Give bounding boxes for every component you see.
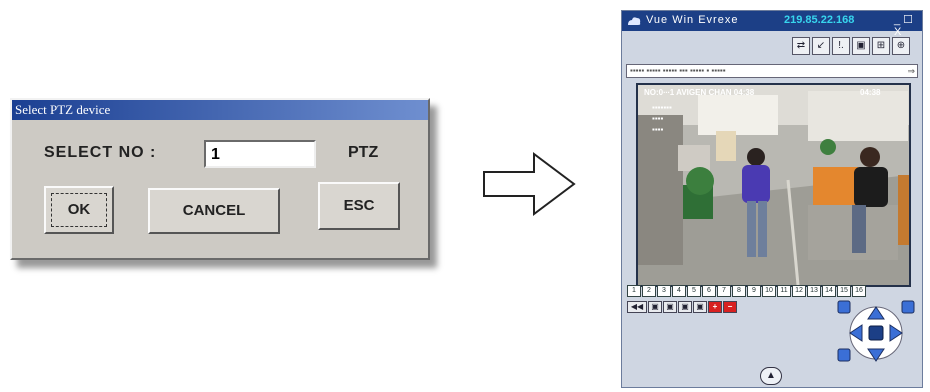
download-icon[interactable]: ↙ <box>812 37 830 55</box>
channel-button[interactable]: 1 <box>627 285 641 297</box>
channel-button[interactable]: 4 <box>672 285 686 297</box>
focus-rectangle <box>51 193 107 227</box>
record-icon[interactable]: ⊞ <box>872 37 890 55</box>
channel-button[interactable]: 5 <box>687 285 701 297</box>
viewer-toolbar: ⇄ ↙ !. ▣ ⊞ ⊕ <box>792 37 910 55</box>
osd-line: ▪▪▪▪▪▪▪ <box>652 103 672 112</box>
channel-button[interactable]: 13 <box>807 285 821 297</box>
ptz-direction-pad <box>837 300 915 362</box>
switch-icon[interactable]: ⇄ <box>792 37 810 55</box>
layout-9-icon[interactable]: ▣ <box>678 301 692 313</box>
ptz-label: PTZ <box>348 144 379 161</box>
channel-button[interactable]: 9 <box>747 285 761 297</box>
rewind-icon[interactable]: ◀◀ <box>627 301 647 313</box>
cancel-button-label: CANCEL <box>182 202 246 219</box>
zoom-in-icon[interactable]: + <box>708 301 722 313</box>
channel-button[interactable]: 6 <box>702 285 716 297</box>
select-ptz-dialog: Select PTZ device SELECT NO : 1 PTZ OK C… <box>10 98 430 260</box>
channel-selector: 1 2 3 4 5 6 7 8 9 10 11 12 13 14 15 16 <box>627 285 867 297</box>
cloud-logo-icon <box>628 17 641 25</box>
layout-4-icon[interactable]: ▣ <box>663 301 677 313</box>
channel-button[interactable]: 7 <box>717 285 731 297</box>
view-controls: ◀◀ ▣ ▣ ▣ ▣ + − <box>627 301 737 313</box>
ip-address: 219.85.22.168 <box>784 14 855 26</box>
info-icon[interactable]: !. <box>832 37 850 55</box>
right-arrow-icon <box>483 152 576 216</box>
zoom-out-icon[interactable]: − <box>723 301 737 313</box>
go-icon[interactable]: ⇒ <box>907 65 915 77</box>
mobile-viewer-window: Vue Win Evrexe 219.85.22.168 _ ☐ X ⇄ ↙ !… <box>621 10 923 388</box>
channel-button[interactable]: 12 <box>792 285 806 297</box>
channel-button[interactable]: 15 <box>837 285 851 297</box>
osd-line: ▪▪▪▪ <box>652 114 664 123</box>
zoom-corner-icon[interactable] <box>837 300 851 314</box>
osd-channel-text: NO:0∙∙∙1 AVIGEN CHAN 04:38 <box>644 88 755 97</box>
channel-button[interactable]: 2 <box>642 285 656 297</box>
osd-time-text: 04:38 <box>860 88 881 97</box>
ptz-center-button[interactable] <box>868 325 884 341</box>
select-no-input[interactable]: 1 <box>204 140 316 168</box>
window-controls[interactable]: _ ☐ X <box>894 13 922 38</box>
address-bar[interactable]: ▪▪▪▪▪ ▪▪▪▪▪ ▪▪▪▪▪ ▪▪▪ ▪▪▪▪▪ ▪ ▪▪▪▪▪ ⇒ <box>626 64 918 78</box>
channel-button[interactable]: 16 <box>852 285 866 297</box>
esc-button[interactable]: ESC <box>318 182 400 230</box>
video-frame-image <box>638 85 909 285</box>
esc-button-label: ESC <box>343 197 375 214</box>
ok-button[interactable]: OK <box>44 186 114 234</box>
layout-16-icon[interactable]: ▣ <box>693 301 707 313</box>
snapshot-icon[interactable]: ▣ <box>852 37 870 55</box>
channel-button[interactable]: 3 <box>657 285 671 297</box>
osd-line: ▪▪▪▪ <box>652 125 664 134</box>
zoom-corner-icon[interactable] <box>901 300 915 314</box>
scroll-up-button[interactable]: ▲ <box>760 367 782 385</box>
settings-icon[interactable]: ⊕ <box>892 37 910 55</box>
viewer-title: Vue Win Evrexe <box>646 14 739 26</box>
layout-1-icon[interactable]: ▣ <box>648 301 662 313</box>
address-text: ▪▪▪▪▪ ▪▪▪▪▪ ▪▪▪▪▪ ▪▪▪ ▪▪▪▪▪ ▪ ▪▪▪▪▪ <box>630 66 726 75</box>
focus-corner-icon[interactable] <box>837 348 851 362</box>
channel-button[interactable]: 8 <box>732 285 746 297</box>
select-no-label: SELECT NO : <box>44 144 157 161</box>
cancel-button[interactable]: CANCEL <box>148 188 280 234</box>
camera-video-feed[interactable]: NO:0∙∙∙1 AVIGEN CHAN 04:38 04:38 ▪▪▪▪▪▪▪… <box>636 83 911 287</box>
viewer-title-bar: Vue Win Evrexe 219.85.22.168 _ ☐ X <box>622 11 922 38</box>
channel-button[interactable]: 14 <box>822 285 836 297</box>
channel-button[interactable]: 10 <box>762 285 776 297</box>
channel-button[interactable]: 11 <box>777 285 791 297</box>
dialog-title: Select PTZ device <box>12 100 428 120</box>
